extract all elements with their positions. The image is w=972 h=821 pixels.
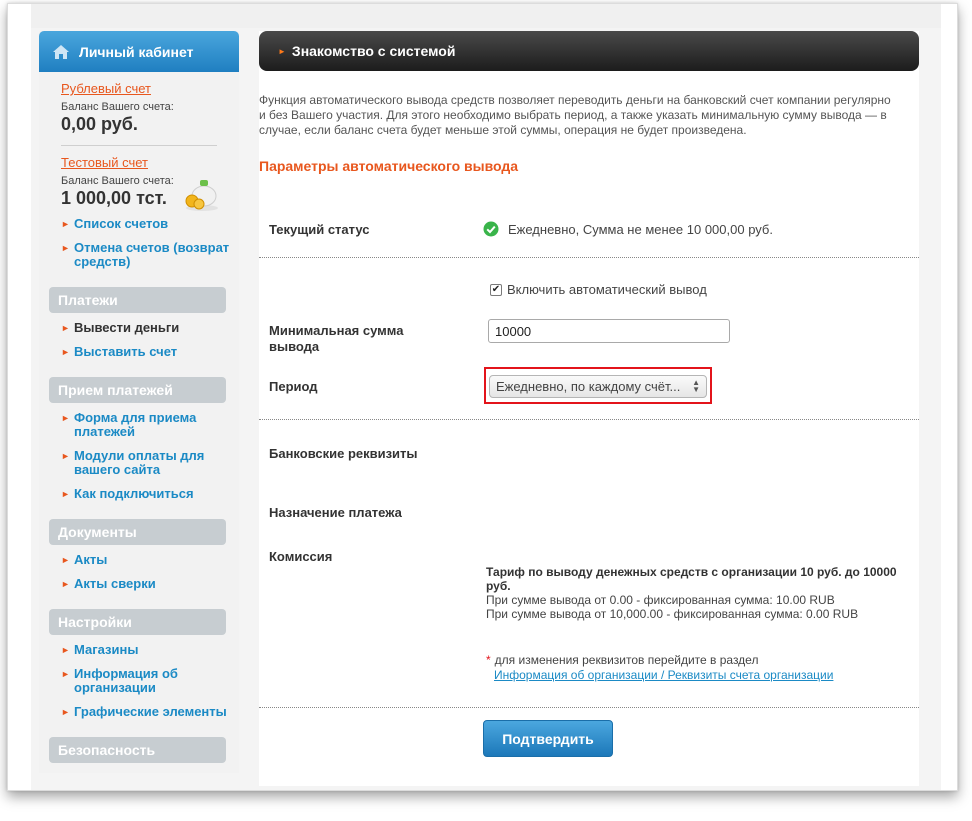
- bullet-arrow-icon: ►: [61, 219, 70, 229]
- section-settings[interactable]: Настройки: [49, 609, 226, 635]
- bullet-arrow-icon: ►: [61, 669, 70, 679]
- payments-menu: ► Вывести деньги ► Выставить счет: [39, 313, 239, 375]
- enable-checkbox[interactable]: ✔: [490, 283, 502, 296]
- page-title-bar: ► Знакомство с системой: [259, 31, 919, 71]
- account-menu: ► Список счетов ► Отмена счетов (возврат с…: [39, 209, 239, 285]
- current-status-label: Текущий статус: [269, 222, 370, 237]
- min-amount-input[interactable]: [488, 319, 730, 343]
- fee-line: При сумме вывода от 0.00 - фиксированная…: [486, 593, 835, 607]
- current-status-value: Ежедневно, Сумма не менее 10 000,00 руб.: [508, 221, 773, 237]
- menu-item-shops[interactable]: ► Магазины: [61, 643, 239, 657]
- bullet-arrow-icon: ►: [61, 323, 70, 333]
- period-highlight-box: Ежедневно, по каждому счёт... ▲ ▼: [484, 367, 712, 404]
- menu-item-issue-invoice[interactable]: ► Выставить счет: [61, 345, 239, 359]
- bullet-arrow-icon: ►: [61, 555, 70, 565]
- select-arrows-icon: ▲ ▼: [692, 378, 700, 394]
- bullet-arrow-icon: ►: [61, 707, 70, 717]
- confirm-button[interactable]: Подтвердить: [483, 720, 613, 757]
- divider: [259, 419, 919, 420]
- home-icon: [53, 44, 69, 59]
- divider: [259, 257, 919, 258]
- menu-item-how-to-connect[interactable]: ► Как подключиться: [61, 487, 239, 501]
- period-select-value: Ежедневно, по каждому счёт...: [496, 379, 681, 394]
- test-account-link[interactable]: Тестовый счет: [61, 155, 148, 170]
- menu-item-graphic-elements[interactable]: ► Графические элементы: [61, 705, 239, 719]
- section-receive-payments[interactable]: Прием платежей: [49, 377, 226, 403]
- bullet-arrow-icon: ►: [61, 413, 70, 423]
- bullet-arrow-icon: ►: [61, 489, 70, 499]
- requisites-note: * для изменения реквизитов перейдите в ра…: [486, 653, 833, 683]
- section-security[interactable]: Безопасность: [49, 737, 226, 763]
- menu-item-payment-modules[interactable]: ► Модули оплаты для вашего сайта: [61, 449, 239, 477]
- coins-piggy-icon: [185, 180, 218, 211]
- section-payments[interactable]: Платежи: [49, 287, 226, 313]
- divider: [259, 707, 919, 708]
- menu-item-reconciliation-acts[interactable]: ► Акты сверки: [61, 577, 239, 591]
- receive-payments-menu: ► Форма для приема платежей ► Модули оплат…: [39, 403, 239, 517]
- main-content: ► Знакомство с системой Функция автомати…: [259, 31, 919, 786]
- page-title: Знакомство с системой: [291, 43, 456, 59]
- min-amount-label: Минимальная сумма вывода: [269, 323, 404, 354]
- test-account-block: Тестовый счет Баланс Вашего счета: 1 000…: [39, 146, 239, 211]
- payment-purpose-label: Назначение платежа: [269, 505, 402, 520]
- menu-item-accounts-list[interactable]: ► Список счетов: [61, 217, 239, 231]
- org-info-link[interactable]: Информация об организации / Реквизиты сч…: [486, 668, 833, 683]
- check-circle-icon: [483, 221, 499, 237]
- asterisk-mark: *: [486, 653, 491, 667]
- menu-item-acts[interactable]: ► Акты: [61, 553, 239, 567]
- bullet-arrow-icon: ►: [61, 645, 70, 655]
- intro-text: Функция автоматического вывода средств п…: [259, 93, 891, 137]
- top-bar: [31, 4, 941, 28]
- bullet-arrow-icon: ►: [61, 579, 70, 589]
- enable-auto-withdraw[interactable]: ✔ Включить автоматический вывод: [490, 282, 707, 297]
- ruble-balance-value: 0,00 руб.: [61, 114, 138, 134]
- screenshot-frame: Личный кабинет Рублевый счет Баланс Ваше…: [7, 3, 958, 791]
- section-documents[interactable]: Документы: [49, 519, 226, 545]
- ruble-account-block: Рублевый счет Баланс Вашего счета: 0,00 …: [39, 72, 239, 135]
- title-arrow-icon: ►: [278, 46, 286, 56]
- bullet-arrow-icon: ►: [61, 451, 70, 461]
- settings-menu: ► Магазины ► Информация об организации ► Гр…: [39, 635, 239, 735]
- fee-details: Тариф по выводу денежных средств с орган…: [486, 565, 906, 621]
- cabinet-title: Личный кабинет: [79, 43, 194, 60]
- enable-checkbox-label: Включить автоматический вывод: [507, 282, 707, 297]
- menu-item-cancel-accounts[interactable]: ► Отмена счетов (возврат средств): [61, 241, 239, 269]
- fee-title: Тариф по выводу денежных средств с орган…: [486, 565, 897, 593]
- note-text: для изменения реквизитов перейдите в раз…: [494, 653, 759, 667]
- period-select[interactable]: Ежедневно, по каждому счёт... ▲ ▼: [489, 375, 707, 398]
- documents-menu: ► Акты ► Акты сверки: [39, 545, 239, 607]
- sidebar: Личный кабинет Рублевый счет Баланс Ваше…: [39, 31, 239, 773]
- params-heading: Параметры автоматического вывода: [259, 158, 519, 174]
- cabinet-header[interactable]: Личный кабинет: [39, 31, 239, 72]
- fee-line: При сумме вывода от 10,000.00 - фиксиров…: [486, 607, 859, 621]
- period-label: Период: [269, 379, 318, 394]
- commission-label: Комиссия: [269, 549, 333, 564]
- menu-item-withdraw[interactable]: ► Вывести деньги: [61, 321, 239, 335]
- ruble-balance-label: Баланс Вашего счета:: [61, 101, 174, 113]
- bullet-arrow-icon: ►: [61, 347, 70, 357]
- bank-details-label: Банковские реквизиты: [269, 446, 418, 461]
- current-status: Ежедневно, Сумма не менее 10 000,00 руб.: [483, 221, 773, 237]
- menu-item-org-info[interactable]: ► Информация об организации: [61, 667, 239, 695]
- bullet-arrow-icon: ►: [61, 243, 70, 253]
- ruble-account-link[interactable]: Рублевый счет: [61, 81, 151, 96]
- menu-item-payment-form[interactable]: ► Форма для приема платежей: [61, 411, 239, 439]
